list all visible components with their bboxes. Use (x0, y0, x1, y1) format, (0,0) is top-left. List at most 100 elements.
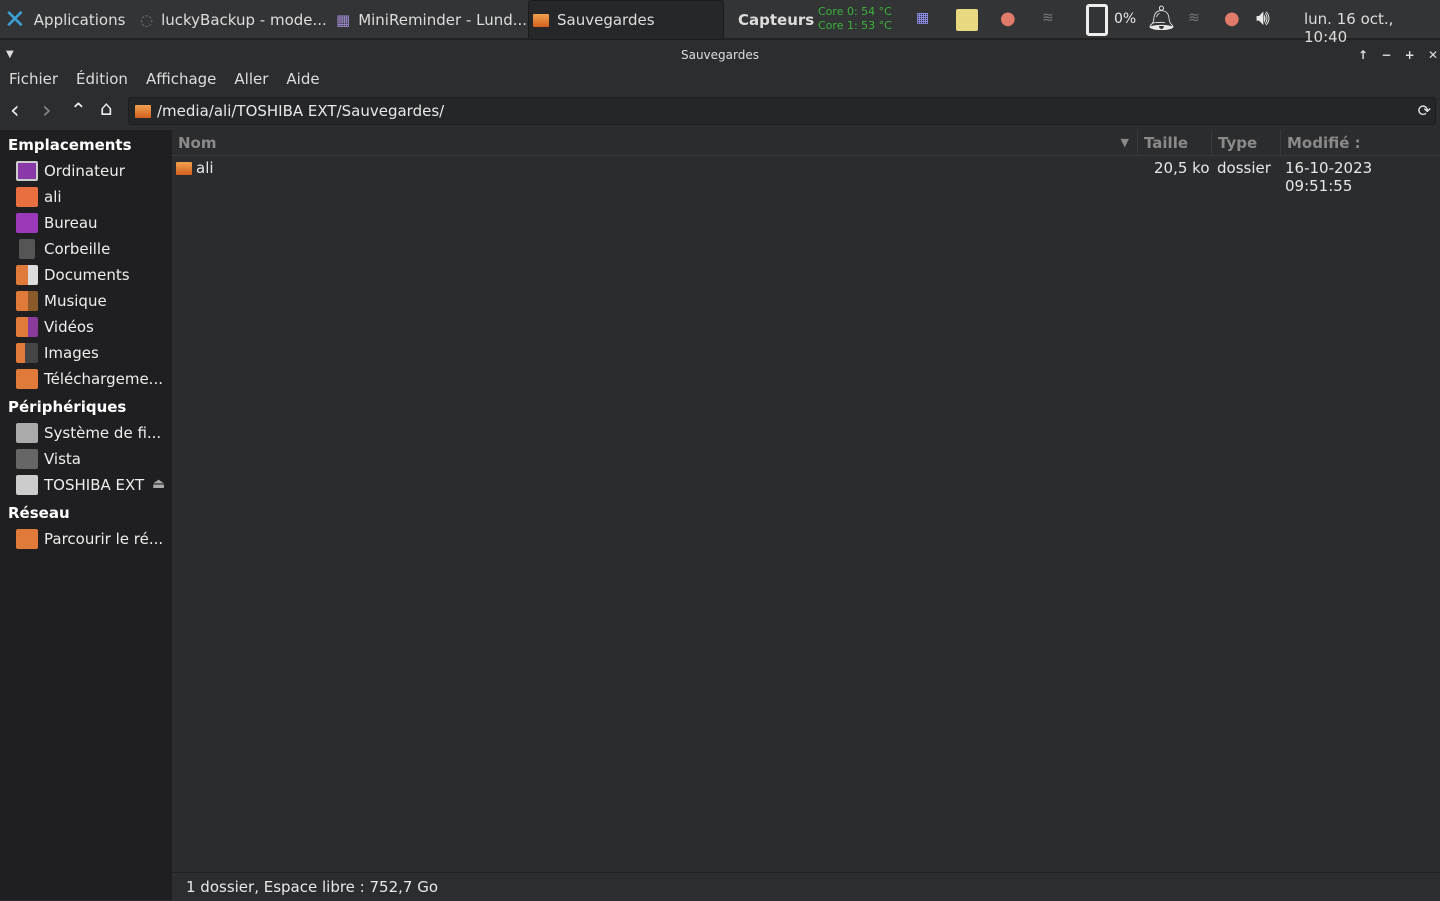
menu-bar: Fichier Édition Affichage Aller Aide (0, 66, 1440, 92)
videos-folder-icon (16, 317, 38, 337)
notes-icon[interactable] (956, 9, 978, 31)
label: ali (44, 188, 62, 206)
task-label: MiniReminder - Lund... (358, 11, 528, 29)
window-title: Sauvegardes (680, 48, 759, 62)
label: Corbeille (44, 240, 111, 258)
sidebar-item-images[interactable]: Images (16, 341, 99, 365)
label: Ordinateur (44, 162, 125, 180)
folder-icon (533, 13, 549, 27)
section-peripheriques: Périphériques (8, 398, 127, 416)
folder-icon (135, 104, 151, 118)
clock[interactable]: lun. 16 oct., 10:40 (1304, 10, 1440, 46)
close-button[interactable]: ✕ (1428, 42, 1438, 68)
home-button[interactable]: ⌂ (100, 96, 113, 120)
network-folder-icon (16, 529, 38, 549)
sort-icon: ▼ (1120, 136, 1129, 149)
file-list: Nom ▼ Taille Type Modifié : ali 20,5 ko d… (172, 130, 1440, 872)
home-icon (16, 187, 38, 207)
file-modified: 16-10-2023 09:51:55 (1285, 159, 1373, 195)
section-reseau: Réseau (8, 504, 70, 522)
redshift-icon[interactable]: ● (1000, 8, 1016, 29)
calendar-icon: ▦ (336, 11, 351, 29)
wifi-icon-2[interactable]: ≋ (1188, 10, 1200, 26)
menu-aide[interactable]: Aide (286, 70, 319, 88)
table-row[interactable]: ali 20,5 ko dossier 16-10-2023 09:51:55 (172, 157, 1440, 195)
sidebar-item-telechargements[interactable]: Téléchargeme... (16, 367, 163, 391)
menu-affichage[interactable]: Affichage (146, 70, 216, 88)
label: Bureau (44, 214, 98, 232)
file-name: ali (196, 159, 214, 177)
location-bar[interactable]: /media/ali/TOSHIBA EXT/Sauvegardes/ ⟳ (128, 97, 1436, 125)
minimize-button[interactable]: − (1381, 42, 1391, 68)
file-type: dossier (1217, 159, 1271, 177)
maximize-button[interactable]: + (1405, 42, 1415, 68)
window-titlebar[interactable]: ▼ Sauvegardes ↑ − + ✕ (0, 42, 1440, 68)
sidebar-item-network[interactable]: Parcourir le ré... (16, 527, 163, 551)
task-minireminder[interactable]: ▦ MiniReminder - Lund... (336, 0, 527, 40)
downloads-folder-icon (16, 369, 38, 389)
forward-button[interactable]: › (42, 96, 52, 124)
up-button[interactable]: ⌃ (70, 98, 87, 122)
status-bar: 1 dossier, Espace libre : 752,7 Go (172, 872, 1440, 900)
xfce-logo-icon: ✕ (4, 5, 26, 35)
sidebar-item-videos[interactable]: Vidéos (16, 315, 94, 339)
sidebar-item-ordinateur[interactable]: Ordinateur (16, 159, 125, 183)
status-text: 1 dossier, Espace libre : 752,7 Go (186, 878, 439, 896)
label: Parcourir le ré... (44, 530, 164, 548)
task-label: luckyBackup - mode... (161, 11, 327, 29)
label: Vidéos (44, 318, 94, 336)
file-size: 20,5 ko (1154, 159, 1210, 177)
task-label: Sauvegardes (557, 11, 655, 29)
label: Vista (44, 450, 81, 468)
music-folder-icon (16, 291, 38, 311)
computer-icon (16, 161, 38, 181)
location-path[interactable]: /media/ali/TOSHIBA EXT/Sauvegardes/ (157, 102, 444, 120)
applications-label: Applications (33, 11, 126, 29)
core1-temp: Core 1: 53 °C (818, 19, 892, 32)
menu-fichier[interactable]: Fichier (9, 70, 58, 88)
sidebar-item-ali[interactable]: ali (16, 185, 62, 209)
column-name[interactable]: Nom ▼ (172, 130, 1138, 156)
spinner-icon: ◌ (140, 11, 154, 29)
label: TOSHIBA EXT (44, 476, 145, 494)
sidebar-item-bureau[interactable]: Bureau (16, 211, 98, 235)
battery-icon[interactable] (1086, 4, 1108, 36)
volume-icon[interactable]: 🔊︎ (1256, 6, 1270, 31)
applications-menu[interactable]: ✕ Applications (4, 0, 125, 40)
drive-icon (16, 449, 38, 469)
back-button[interactable]: ‹ (10, 96, 20, 124)
battery-percent: 0% (1114, 11, 1137, 27)
sensors-plugin[interactable]: Capteurs (738, 0, 814, 40)
usb-drive-icon (16, 475, 38, 495)
folder-icon (176, 162, 192, 175)
sidebar-item-toshiba[interactable]: TOSHIBA EXT (16, 473, 144, 497)
sensor-readings: Core 0: 54 °C Core 1: 53 °C (818, 5, 892, 33)
header-label: Nom (178, 134, 217, 152)
trash-icon (19, 239, 35, 259)
drive-icon (16, 423, 38, 443)
sidebar-item-systeme[interactable]: Système de fi... (16, 421, 161, 445)
column-type[interactable]: Type (1212, 130, 1281, 156)
sidebar-item-corbeille[interactable]: Corbeille (16, 237, 110, 261)
eject-icon[interactable]: ⏏ (152, 476, 165, 492)
label: Musique (44, 292, 107, 310)
column-modified[interactable]: Modifié : (1281, 130, 1440, 156)
sidebar: Emplacements Ordinateur ali Bureau Corbe… (0, 130, 172, 900)
sidebar-item-vista[interactable]: Vista (16, 447, 81, 471)
menu-aller[interactable]: Aller (234, 70, 268, 88)
bell-icon[interactable]: 🔔︎ (1146, 4, 1176, 32)
menu-edition[interactable]: Édition (76, 70, 128, 88)
sidebar-item-musique[interactable]: Musique (16, 289, 107, 313)
redshift-icon-2[interactable]: ● (1224, 8, 1240, 29)
window-menu-icon[interactable]: ▼ (6, 42, 14, 68)
task-luckybackup[interactable]: ◌ luckyBackup - mode... (140, 0, 327, 40)
wifi-icon[interactable]: ≋ (1042, 10, 1054, 26)
reminder-tray-icon[interactable]: ▦ (916, 10, 929, 26)
shade-button[interactable]: ↑ (1358, 42, 1368, 68)
task-sauvegardes[interactable]: Sauvegardes (528, 0, 724, 40)
reload-button[interactable]: ⟳ (1418, 101, 1431, 120)
sidebar-item-documents[interactable]: Documents (16, 263, 130, 287)
column-size[interactable]: Taille (1138, 130, 1212, 156)
label: Système de fi... (44, 424, 162, 442)
label: Documents (44, 266, 130, 284)
